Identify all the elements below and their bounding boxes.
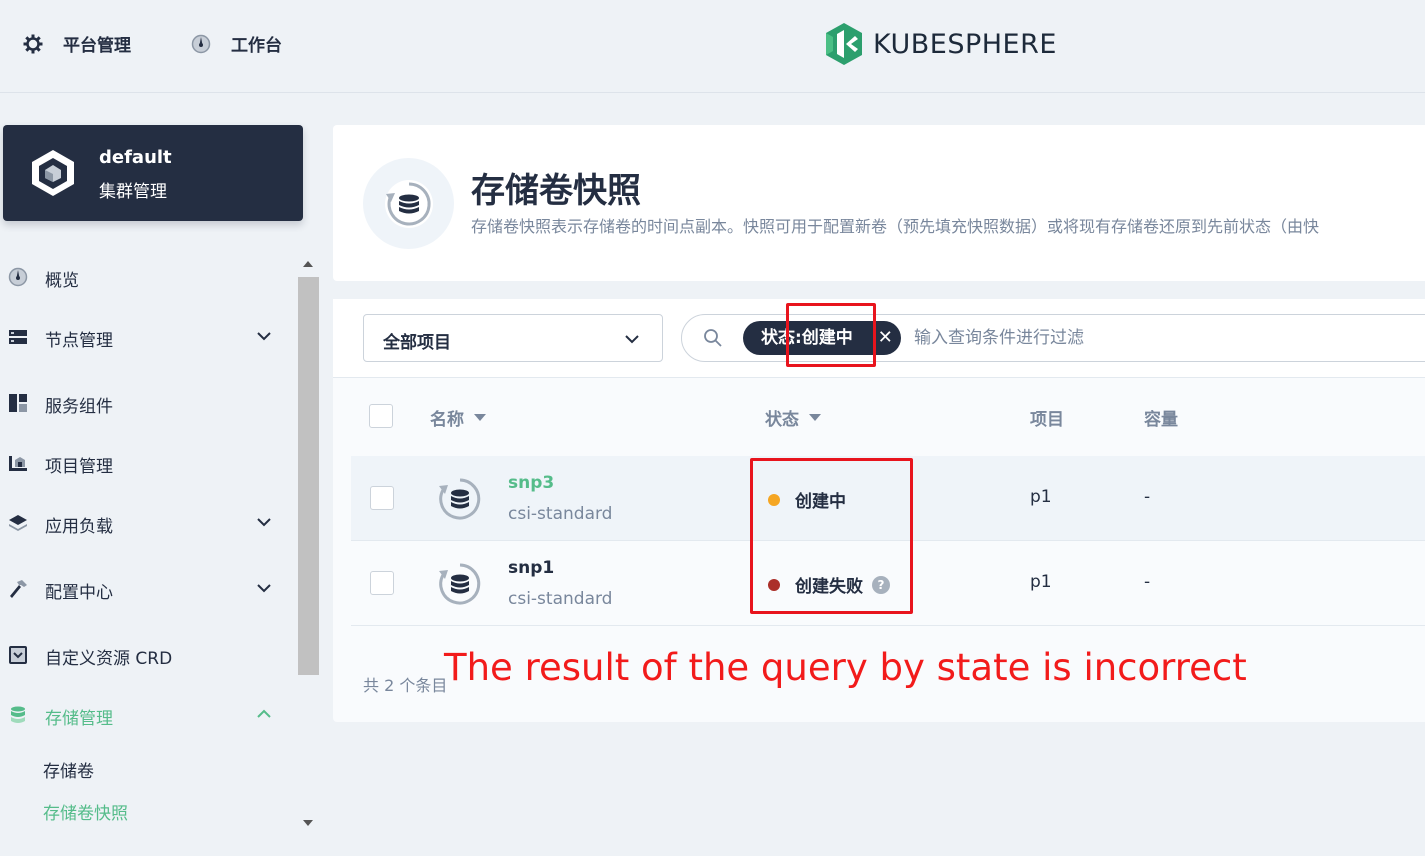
snapshot-name-link[interactable]: snp3 <box>508 473 554 493</box>
table-toolbar: 全部项目 状态:创建中 ✕ <box>333 299 1425 378</box>
search-filter-bar[interactable]: 状态:创建中 ✕ <box>681 314 1425 362</box>
dashboard-icon <box>191 34 211 54</box>
select-all-checkbox[interactable] <box>369 404 393 428</box>
table-row[interactable]: snp1 csi-standard 创建失败 ? p1 - <box>351 541 1425 626</box>
platform-management-link[interactable]: 平台管理 <box>23 31 131 56</box>
column-header-capacity-label: 容量 <box>1144 410 1178 430</box>
table-row[interactable]: snp3 csi-standard 创建中 p1 - <box>351 456 1425 541</box>
status-label: 创建失败 <box>795 577 863 597</box>
sidebar-item-storage[interactable]: 存储管理 <box>0 700 290 730</box>
status-dot-icon <box>768 578 780 591</box>
snapshot-name-link[interactable]: snp1 <box>508 558 554 578</box>
sort-caret-icon <box>474 414 486 421</box>
snapshot-class: csi-standard <box>508 589 613 609</box>
kubesphere-logo-icon <box>826 23 862 65</box>
workbench-label: 工作台 <box>231 36 282 56</box>
workbench-link[interactable]: 工作台 <box>191 31 282 56</box>
row-checkbox[interactable] <box>370 486 394 510</box>
components-icon <box>8 393 28 413</box>
sidebar-item-label: 项目管理 <box>45 457 113 477</box>
status-dot-icon <box>768 493 780 506</box>
top-bar: 平台管理 工作台 KUBESPHERE <box>0 0 1425 93</box>
snapshot-icon <box>435 476 485 526</box>
column-header-name-label: 名称 <box>430 410 464 430</box>
sort-caret-icon <box>809 414 821 421</box>
column-header-status-label: 状态 <box>765 410 799 430</box>
column-header-name[interactable]: 名称 <box>430 405 486 430</box>
sidebar-item-label: 节点管理 <box>45 331 113 351</box>
sidebar-item-projects[interactable]: 项目管理 <box>0 448 290 478</box>
total-count: 共 2 个条目 <box>363 676 448 695</box>
gear-icon <box>23 34 43 54</box>
sidebar-item-crd[interactable]: 自定义资源 CRD <box>0 640 290 670</box>
server-icon <box>8 327 28 347</box>
status-cell: 创建中 <box>768 487 846 512</box>
hammer-icon <box>8 579 28 599</box>
status-filter-tag[interactable]: 状态:创建中 ✕ <box>743 321 901 355</box>
sidebar-subitem-volume-snapshots[interactable]: 存储卷快照 <box>43 799 128 824</box>
page-header: 存储卷快照 存储卷快照表示存储卷的时间点副本。快照可用于配置新卷（预先填充快照数… <box>333 125 1425 281</box>
cluster-name: default <box>99 147 172 168</box>
status-filter-tag-label: 状态:创建中 <box>761 328 853 348</box>
sidebar-item-label: 配置中心 <box>45 583 113 603</box>
snapshot-icon <box>363 158 454 249</box>
project-select[interactable]: 全部项目 <box>363 314 663 362</box>
scroll-down-arrow-icon[interactable] <box>303 820 313 826</box>
page-title: 存储卷快照 <box>471 171 641 211</box>
help-icon[interactable]: ? <box>872 575 890 594</box>
snapshot-icon <box>435 561 485 611</box>
sidebar-item-components[interactable]: 服务组件 <box>0 388 290 418</box>
status-cell: 创建失败 ? <box>768 572 890 597</box>
table-header: 名称 状态 项目 容量 <box>333 379 1425 456</box>
sidebar-subitem-volumes[interactable]: 存储卷 <box>43 757 94 782</box>
database-icon <box>8 705 28 725</box>
cluster-card[interactable]: default 集群管理 <box>3 125 303 221</box>
logo-text: KUBESPHERE <box>873 28 1057 60</box>
capacity-cell: - <box>1144 572 1151 592</box>
sidebar-item-label: 应用负载 <box>45 517 113 537</box>
project-select-value: 全部项目 <box>383 333 451 353</box>
search-input[interactable] <box>914 324 1414 352</box>
scroll-up-arrow-icon[interactable] <box>303 261 313 267</box>
sidebar-item-label: 服务组件 <box>45 397 113 417</box>
dashboard-icon <box>8 267 28 287</box>
column-header-project-label: 项目 <box>1030 410 1064 430</box>
sidebar-scrollbar-thumb[interactable] <box>298 277 319 675</box>
column-header-capacity: 容量 <box>1144 405 1178 430</box>
chevron-down-icon <box>624 331 640 351</box>
row-checkbox[interactable] <box>370 571 394 595</box>
status-label: 创建中 <box>795 492 846 512</box>
snapshot-class: csi-standard <box>508 504 613 524</box>
annotation-text: The result of the query by state is inco… <box>444 646 1247 689</box>
platform-management-label: 平台管理 <box>63 36 131 56</box>
sidebar-item-label: 存储管理 <box>45 709 113 729</box>
capacity-cell: - <box>1144 487 1151 507</box>
column-header-status[interactable]: 状态 <box>765 405 821 430</box>
chevron-up-icon <box>256 706 272 727</box>
kubesphere-logo[interactable]: KUBESPHERE <box>825 22 1057 66</box>
sidebar-item-label: 概览 <box>45 271 79 291</box>
sidebar-item-workloads[interactable]: 应用负载 <box>0 508 290 538</box>
project-cell: p1 <box>1030 572 1052 592</box>
chevron-down-icon <box>256 514 272 535</box>
chevron-down-icon <box>256 580 272 601</box>
layers-icon <box>8 513 28 533</box>
chevron-down-icon <box>256 328 272 349</box>
sidebar-item-overview[interactable]: 概览 <box>0 262 290 292</box>
project-icon <box>8 453 28 473</box>
column-header-project: 项目 <box>1030 405 1064 430</box>
crd-icon <box>8 645 28 665</box>
sidebar-item-config[interactable]: 配置中心 <box>0 574 290 604</box>
page-description: 存储卷快照表示存储卷的时间点副本。快照可用于配置新卷（预先填充快照数据）或将现有… <box>471 217 1320 236</box>
sidebar-item-nodes[interactable]: 节点管理 <box>0 322 290 352</box>
cluster-icon <box>28 148 78 202</box>
project-cell: p1 <box>1030 487 1052 507</box>
search-icon <box>703 328 723 352</box>
sidebar-item-label: 自定义资源 CRD <box>45 649 173 669</box>
close-icon[interactable]: ✕ <box>878 321 893 355</box>
cluster-subtitle: 集群管理 <box>99 182 167 202</box>
